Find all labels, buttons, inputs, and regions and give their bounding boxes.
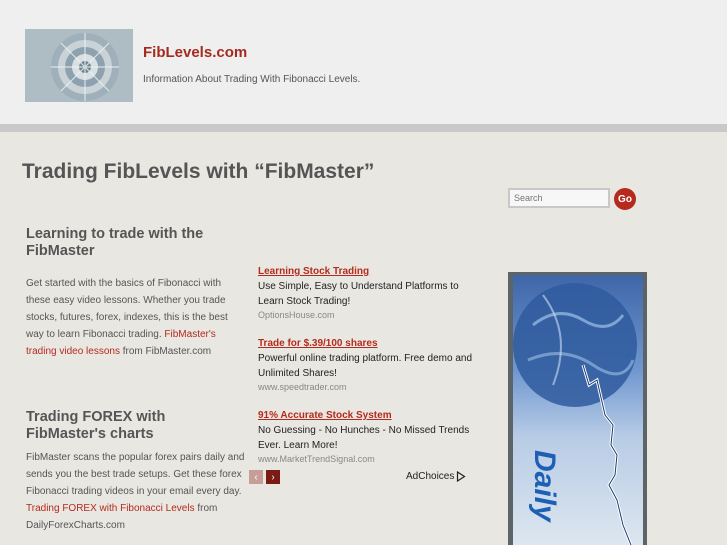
ad-description: No Guessing - No Hunches - No Missed Tre…	[258, 425, 470, 451]
page-title: Trading FibLevels with “FibMaster”	[22, 160, 375, 183]
ad-item: Trade for $.39/100 shares Powerful onlin…	[258, 337, 473, 394]
adchoices-link[interactable]: AdChoices	[406, 471, 466, 482]
nautilus-shell-logo[interactable]	[25, 29, 133, 102]
section-body-forex: FibMaster scans the popular forex pairs …	[26, 449, 248, 534]
ad-url[interactable]: www.speedtrader.com	[258, 381, 473, 394]
ad-item: 91% Accurate Stock System No Guessing - …	[258, 409, 473, 466]
ad-navigation: ‹ ›	[249, 470, 280, 484]
nautilus-shell-icon	[25, 29, 133, 102]
search-input[interactable]	[508, 188, 610, 208]
ad-block: Learning Stock Trading Use Simple, Easy …	[258, 265, 473, 481]
section-body-suffix: from FibMaster.com	[119, 346, 212, 357]
ad-title-link[interactable]: Trade for $.39/100 shares	[258, 337, 473, 351]
adchoices-label: AdChoices	[406, 471, 455, 482]
search-go-button[interactable]: Go	[614, 188, 636, 210]
ad-item: Learning Stock Trading Use Simple, Easy …	[258, 265, 473, 322]
section-body-text: FibMaster scans the popular forex pairs …	[26, 452, 245, 497]
site-header: FibLevels.com Information About Trading …	[0, 0, 727, 124]
site-tagline: Information About Trading With Fibonacci…	[143, 74, 361, 85]
banner-image: Daily	[513, 275, 643, 545]
banner-word: Daily	[528, 450, 561, 522]
ad-title-link[interactable]: Learning Stock Trading	[258, 265, 473, 279]
ad-next-button[interactable]: ›	[266, 470, 280, 484]
forex-fibonacci-levels-link[interactable]: Trading FOREX with Fibonacci Levels	[26, 503, 195, 514]
ad-description: Use Simple, Easy to Understand Platforms…	[258, 281, 459, 307]
ad-description: Powerful online trading platform. Free d…	[258, 353, 473, 379]
section-body-learning: Get started with the basics of Fibonacci…	[26, 275, 248, 360]
section-title-forex: Trading FOREX with FibMaster's charts	[26, 409, 166, 442]
daily-forex-banner-ad[interactable]: Daily	[508, 272, 647, 545]
header-divider	[0, 124, 727, 132]
adchoices-icon	[457, 471, 466, 482]
ad-title-link[interactable]: 91% Accurate Stock System	[258, 409, 473, 423]
section-title-learning: Learning to trade with the FibMaster	[26, 226, 204, 259]
ad-url[interactable]: OptionsHouse.com	[258, 309, 473, 322]
ad-prev-button[interactable]: ‹	[249, 470, 263, 484]
ad-url[interactable]: www.MarketTrendSignal.com	[258, 453, 473, 466]
site-title-link[interactable]: FibLevels.com	[143, 44, 247, 61]
